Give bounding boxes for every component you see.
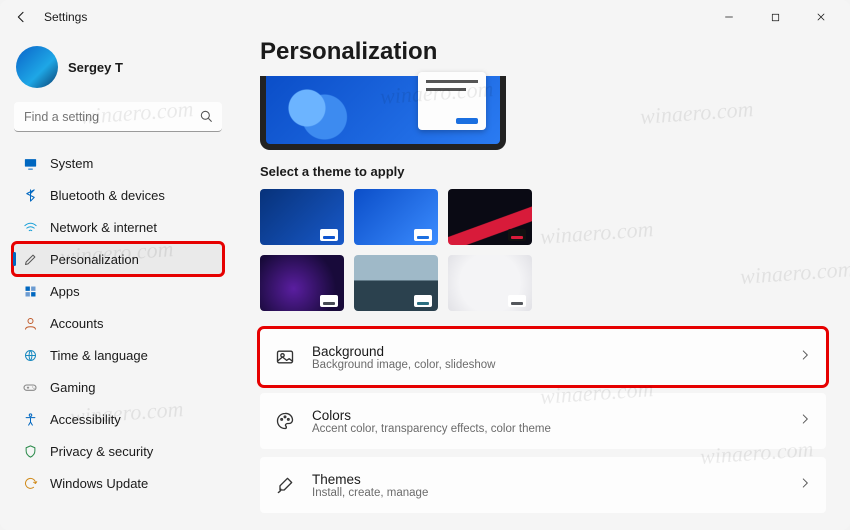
chevron-right-icon — [798, 348, 812, 367]
shield-icon — [22, 443, 38, 459]
theme-option-3[interactable] — [448, 189, 532, 245]
system-icon — [22, 155, 38, 171]
theme-option-6[interactable] — [448, 255, 532, 311]
sidebar-item-label: Gaming — [50, 380, 96, 395]
theme-option-1[interactable] — [260, 189, 344, 245]
titlebar: Settings — [0, 0, 850, 34]
sidebar-item-label: Network & internet — [50, 220, 157, 235]
apps-icon — [22, 283, 38, 299]
theme-option-5[interactable] — [354, 255, 438, 311]
sidebar-item-apps[interactable]: Apps — [14, 276, 222, 306]
option-themes[interactable]: Themes Install, create, manage — [260, 457, 826, 513]
wallpaper-graphic — [286, 84, 356, 144]
close-icon — [815, 11, 827, 23]
option-title: Background — [312, 344, 782, 359]
sidebar-item-label: Windows Update — [50, 476, 148, 491]
sidebar-item-label: Personalization — [50, 252, 139, 267]
chevron-right-icon — [798, 476, 812, 495]
window-controls — [706, 2, 844, 32]
desktop-preview[interactable] — [260, 76, 506, 150]
sidebar-item-label: Accessibility — [50, 412, 121, 427]
sidebar-item-privacy[interactable]: Privacy & security — [14, 436, 222, 466]
search-input[interactable] — [14, 102, 222, 132]
minimize-button[interactable] — [706, 2, 752, 32]
sidebar-item-label: Time & language — [50, 348, 148, 363]
gamepad-icon — [22, 379, 38, 395]
option-title: Themes — [312, 472, 782, 487]
option-background[interactable]: Background Background image, color, slid… — [260, 329, 826, 385]
sidebar-item-bluetooth[interactable]: Bluetooth & devices — [14, 180, 222, 210]
wifi-icon — [22, 219, 38, 235]
accessibility-icon — [22, 411, 38, 427]
sidebar-item-label: System — [50, 156, 93, 171]
username: Sergey T — [68, 60, 123, 75]
window-title: Settings — [44, 10, 87, 24]
option-subtitle: Install, create, manage — [312, 487, 782, 499]
person-icon — [22, 315, 38, 331]
sidebar-item-network[interactable]: Network & internet — [14, 212, 222, 242]
nav-list: System Bluetooth & devices Network & int… — [14, 148, 222, 498]
update-icon — [22, 475, 38, 491]
palette-icon — [274, 410, 296, 432]
close-button[interactable] — [798, 2, 844, 32]
option-subtitle: Accent color, transparency effects, colo… — [312, 423, 782, 435]
sidebar-item-update[interactable]: Windows Update — [14, 468, 222, 498]
theme-grid — [260, 189, 550, 311]
main-panel: Personalization Select a theme to apply — [232, 34, 850, 530]
bluetooth-icon — [22, 187, 38, 203]
avatar — [16, 46, 58, 88]
settings-window: Settings Sergey T — [0, 0, 850, 530]
option-title: Colors — [312, 408, 782, 423]
theme-option-2[interactable] — [354, 189, 438, 245]
sidebar-item-personalization[interactable]: Personalization — [14, 244, 222, 274]
chevron-right-icon — [798, 412, 812, 431]
globe-icon — [22, 347, 38, 363]
sidebar-item-label: Apps — [50, 284, 80, 299]
sidebar-item-accessibility[interactable]: Accessibility — [14, 404, 222, 434]
image-icon — [274, 346, 296, 368]
maximize-button[interactable] — [752, 2, 798, 32]
sidebar: Sergey T System Bluetooth & devices — [0, 34, 232, 530]
personalization-options: Background Background image, color, slid… — [260, 329, 826, 513]
preview-window-card — [418, 72, 486, 130]
sidebar-item-label: Bluetooth & devices — [50, 188, 165, 203]
search-icon — [198, 108, 214, 124]
arrow-left-icon — [13, 9, 29, 25]
sidebar-item-label: Privacy & security — [50, 444, 153, 459]
theme-section-label: Select a theme to apply — [260, 164, 826, 179]
sidebar-item-label: Accounts — [50, 316, 103, 331]
maximize-icon — [770, 12, 781, 23]
back-button[interactable] — [12, 8, 30, 26]
sidebar-item-time[interactable]: Time & language — [14, 340, 222, 370]
search-box[interactable] — [14, 102, 222, 132]
sidebar-item-accounts[interactable]: Accounts — [14, 308, 222, 338]
option-colors[interactable]: Colors Accent color, transparency effect… — [260, 393, 826, 449]
sidebar-item-system[interactable]: System — [14, 148, 222, 178]
option-subtitle: Background image, color, slideshow — [312, 359, 782, 371]
paintbrush-icon — [22, 251, 38, 267]
brush-icon — [274, 474, 296, 496]
theme-option-4[interactable] — [260, 255, 344, 311]
page-title: Personalization — [260, 38, 826, 66]
user-profile[interactable]: Sergey T — [14, 40, 222, 98]
minimize-icon — [723, 11, 735, 23]
sidebar-item-gaming[interactable]: Gaming — [14, 372, 222, 402]
